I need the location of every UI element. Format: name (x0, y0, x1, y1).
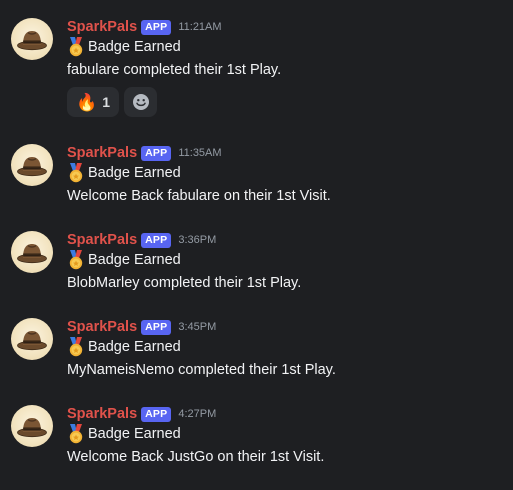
app-tag: APP (141, 319, 172, 335)
timestamp[interactable]: 4:27PM (178, 408, 216, 420)
message-header: SparkPals APP 4:27PM (67, 405, 216, 423)
message-header: SparkPals APP 11:21AM (67, 18, 222, 36)
fire-reaction-button[interactable]: 🔥 1 (67, 87, 119, 117)
avatar[interactable] (11, 405, 53, 447)
badge-title-text: Badge Earned (88, 339, 181, 355)
reaction-count: 1 (102, 94, 110, 110)
timestamp[interactable]: 11:21AM (178, 21, 221, 33)
fedora-hat-icon (11, 405, 53, 447)
timestamp[interactable]: 3:45PM (178, 321, 216, 333)
author-name[interactable]: SparkPals (67, 406, 137, 422)
message-body: MyNameisNemo completed their 1st Play. (67, 362, 336, 378)
medal-icon (67, 250, 85, 270)
add-reaction-icon (132, 94, 149, 110)
message-body: Welcome Back JustGo on their 1st Visit. (67, 449, 325, 465)
message-header: SparkPals APP 3:45PM (67, 318, 216, 336)
medal-icon (67, 37, 85, 57)
badge-title-text: Badge Earned (88, 165, 181, 181)
message-body: BlobMarley completed their 1st Play. (67, 275, 302, 291)
fedora-hat-icon (11, 18, 53, 60)
fedora-hat-icon (11, 231, 53, 273)
medal-icon (67, 424, 85, 444)
fire-icon: 🔥 (76, 92, 98, 112)
avatar[interactable] (11, 18, 53, 60)
reactions: 🔥 1 (67, 87, 157, 117)
medal-icon (67, 163, 85, 183)
add-reaction-button[interactable] (124, 87, 157, 117)
author-name[interactable]: SparkPals (67, 232, 137, 248)
message-header: SparkPals APP 3:36PM (67, 231, 216, 249)
message-body: fabulare completed their 1st Play. (67, 62, 282, 78)
badge-title: Badge Earned (67, 250, 181, 270)
medal-icon (67, 337, 85, 357)
message-body: Welcome Back fabulare on their 1st Visit… (67, 188, 331, 204)
avatar[interactable] (11, 144, 53, 186)
author-name[interactable]: SparkPals (67, 145, 137, 161)
app-tag: APP (141, 19, 172, 35)
app-tag: APP (141, 145, 172, 161)
avatar[interactable] (11, 318, 53, 360)
badge-title: Badge Earned (67, 424, 181, 444)
badge-title: Badge Earned (67, 163, 181, 183)
badge-title-text: Badge Earned (88, 252, 181, 268)
fedora-hat-icon (11, 144, 53, 186)
app-tag: APP (141, 406, 172, 422)
message-header: SparkPals APP 11:35AM (67, 144, 222, 162)
avatar[interactable] (11, 231, 53, 273)
fedora-hat-icon (11, 318, 53, 360)
badge-title-text: Badge Earned (88, 39, 181, 55)
timestamp[interactable]: 11:35AM (178, 147, 221, 159)
timestamp[interactable]: 3:36PM (178, 234, 216, 246)
author-name[interactable]: SparkPals (67, 319, 137, 335)
author-name[interactable]: SparkPals (67, 19, 137, 35)
badge-title: Badge Earned (67, 337, 181, 357)
badge-title: Badge Earned (67, 37, 181, 57)
app-tag: APP (141, 232, 172, 248)
badge-title-text: Badge Earned (88, 426, 181, 442)
